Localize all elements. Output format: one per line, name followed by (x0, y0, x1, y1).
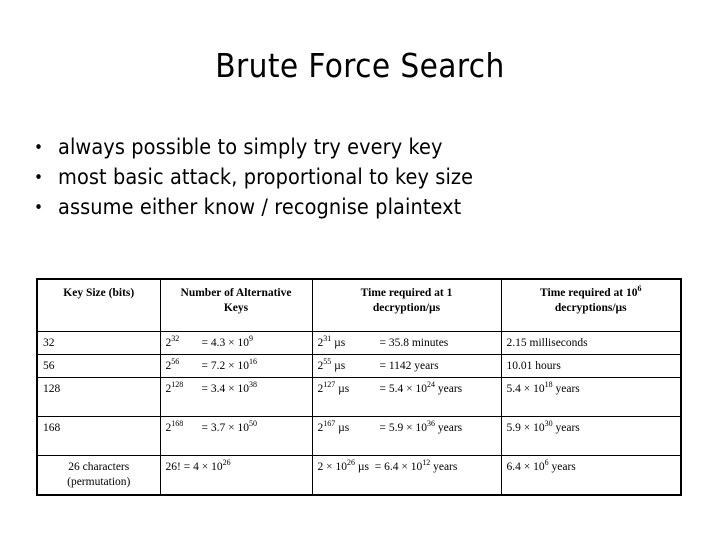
table-row: 32 232 = 4.3 × 109 231 µs = 35.8 minutes… (36, 331, 682, 355)
cell-alternative-keys: 2128 = 3.4 × 1038 (159, 377, 313, 417)
table-header-row: Key Size (bits) Number of Alternative Ke… (36, 278, 682, 332)
table-row: 56 256 = 7.2 × 1016 255 µs = 1142 years … (36, 354, 682, 378)
page-title: Brute Force Search (215, 46, 505, 85)
cell-key-size: 32 (36, 331, 161, 355)
cell-time-one-decryption: 2167 µs = 5.9 × 1036 years (311, 416, 502, 456)
cell-time-million-decryptions: 5.4 × 1018 years (500, 377, 682, 417)
cell-time-one-decryption: 2 × 1026 µs = 6.4 × 1012 years (311, 455, 502, 496)
cell-key-size: 26 characters (permutation) (36, 455, 161, 496)
bullet-list: • always possible to simply try every ke… (34, 133, 674, 223)
cell-alternative-keys: 2168 = 3.7 × 1050 (159, 416, 313, 456)
table-row: 128 2128 = 3.4 × 1038 2127 µs = 5.4 × 10… (36, 377, 682, 417)
header-exponent: 6 (637, 284, 642, 294)
cell-alternative-keys: 26! = 4 × 1026 (159, 455, 313, 496)
cell-alternative-keys: 232 = 4.3 × 109 (159, 331, 313, 355)
cell-key-size: 168 (36, 416, 161, 456)
cell-time-million-decryptions: 6.4 × 106 years (500, 455, 682, 496)
list-item: • always possible to simply try every ke… (34, 133, 674, 163)
list-item-label: assume either know / recognise plaintext (58, 195, 462, 220)
list-item: • assume either know / recognise plainte… (34, 193, 674, 223)
cell-time-million-decryptions: 10.01 hours (500, 354, 682, 378)
cell-time-million-decryptions: 2.15 milliseconds (500, 331, 682, 355)
cell-time-one-decryption: 255 µs = 1142 years (311, 354, 502, 378)
cell-time-one-decryption: 231 µs = 35.8 minutes (311, 331, 502, 355)
list-item: • most basic attack, proportional to key… (34, 163, 674, 193)
slide-canvas: Brute Force Search • always possible to … (0, 0, 720, 540)
cell-time-million-decryptions: 5.9 × 1030 years (500, 416, 682, 456)
bullet-icon: • (34, 138, 44, 158)
list-item-label: most basic attack, proportional to key s… (58, 165, 474, 190)
list-item-label: always possible to simply try every key (58, 135, 443, 160)
column-header-key-size: Key Size (bits) (36, 278, 161, 332)
column-header-time-one-decryption: Time required at 1 decryption/µs (311, 278, 502, 332)
column-header-time-million-decryptions: Time required at 106 decryptions/µs (500, 278, 682, 332)
cell-key-size: 56 (36, 354, 161, 378)
brute-force-table: Key Size (bits) Number of Alternative Ke… (36, 278, 682, 496)
cell-time-one-decryption: 2127 µs = 5.4 × 1024 years (311, 377, 502, 417)
bullet-icon: • (34, 168, 44, 188)
cell-alternative-keys: 256 = 7.2 × 1016 (159, 354, 313, 378)
column-header-alternative-keys: Number of Alternative Keys (159, 278, 313, 332)
table-row: 26 characters (permutation) 26! = 4 × 10… (36, 455, 682, 496)
bullet-icon: • (34, 198, 44, 218)
table-row: 168 2168 = 3.7 × 1050 2167 µs = 5.9 × 10… (36, 416, 682, 456)
cell-key-size: 128 (36, 377, 161, 417)
